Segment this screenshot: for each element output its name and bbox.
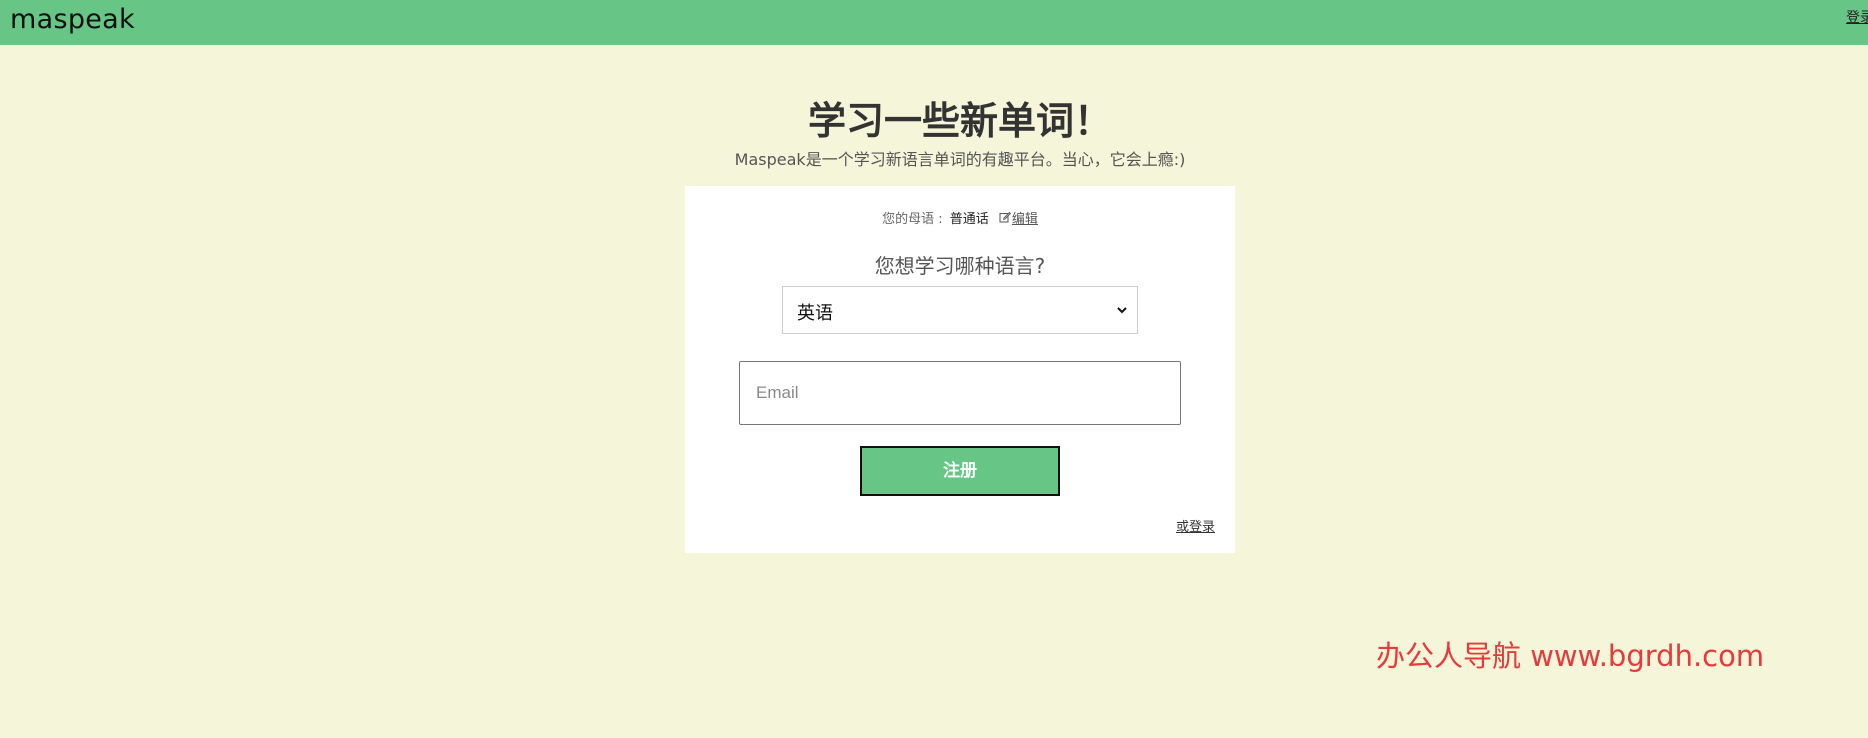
- target-language-value: 英语: [797, 303, 833, 324]
- email-input[interactable]: [739, 361, 1181, 425]
- native-language-prefix: 您的母语 :: [882, 212, 943, 227]
- target-language-question: 您想学习哪种语言?: [874, 254, 1046, 278]
- or-login-link[interactable]: 或登录: [1176, 516, 1215, 535]
- native-language-value: 普通话: [949, 212, 989, 227]
- top-login-link[interactable]: 登录: [1846, 7, 1868, 27]
- page-title: 学习一些新单词！: [807, 99, 1112, 143]
- native-language-row: 您的母语 : 普通话 编辑: [685, 208, 1235, 227]
- edit-label: 编辑: [1011, 212, 1038, 227]
- edit-native-language-link[interactable]: 编辑: [999, 211, 1038, 227]
- signup-card: 您的母语 : 普通话 编辑 您想学习哪种语言? 英语 注册 或登录: [685, 186, 1235, 553]
- target-language-select[interactable]: 英语: [782, 286, 1138, 334]
- watermark-text: 办公人导航 www.bgrdh.com: [1376, 639, 1765, 673]
- chevron-down-icon: [1115, 301, 1129, 315]
- top-navbar: maspeak 登录: [0, 0, 1868, 45]
- logo[interactable]: maspeak: [10, 4, 135, 35]
- signup-button[interactable]: 注册: [860, 446, 1060, 496]
- page-subtitle: Maspeak是一个学习新语言单词的有趣平台。当心，它会上瘾:): [734, 150, 1186, 169]
- edit-icon: [999, 211, 1012, 226]
